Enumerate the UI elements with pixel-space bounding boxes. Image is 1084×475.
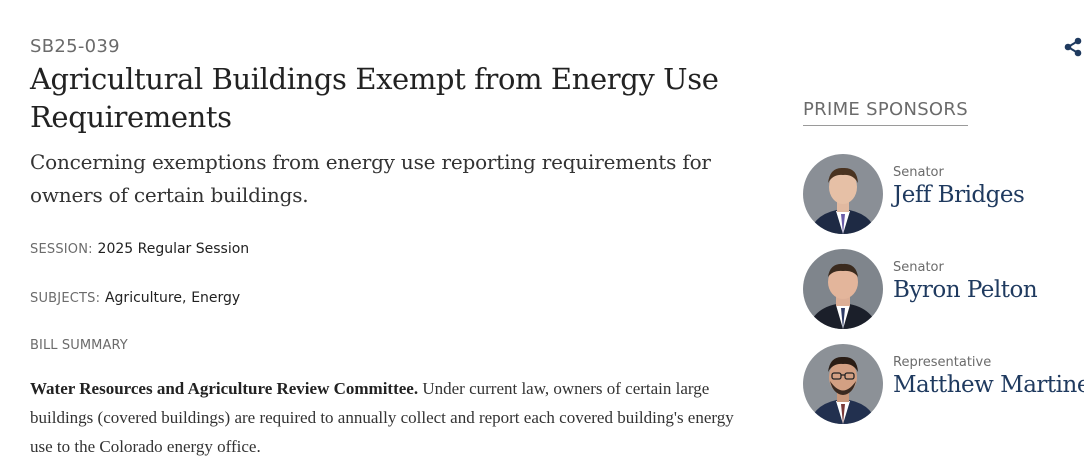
bill-subtitle: Concerning exemptions from energy use re… — [30, 150, 711, 207]
subject-link-energy[interactable]: Energy — [191, 290, 240, 306]
sponsor-name-link[interactable]: Matthew Martinez — [893, 372, 1084, 398]
avatar[interactable] — [803, 154, 883, 234]
sponsor-card-matthew-martinez: Representative Matthew Martinez — [803, 344, 1084, 424]
session-row: SESSION: 2025 Regular Session — [30, 239, 249, 257]
sponsor-name-link[interactable]: Jeff Bridges — [893, 182, 1025, 208]
sponsor-card-jeff-bridges: Senator Jeff Bridges — [803, 154, 1084, 234]
bill-summary-text: Water Resources and Agriculture Review C… — [30, 374, 750, 461]
avatar[interactable] — [803, 249, 883, 329]
bill-title: Agricultural Buildings Exempt from Energ… — [30, 62, 719, 134]
bill-id: SB25-039 — [30, 36, 120, 57]
bill-summary-heading: BILL SUMMARY — [30, 338, 128, 353]
share-icon[interactable] — [1062, 37, 1084, 57]
session-label: SESSION: — [30, 242, 93, 257]
subjects-row: SUBJECTS: Agriculture, Energy — [30, 288, 240, 306]
subject-link-agriculture[interactable]: Agriculture, — [105, 290, 186, 306]
sponsor-card-byron-pelton: Senator Byron Pelton — [803, 249, 1084, 329]
prime-sponsors-heading: PRIME SPONSORS — [803, 99, 968, 126]
avatar[interactable] — [803, 344, 883, 424]
sponsor-role: Senator — [893, 165, 944, 180]
session-value: 2025 Regular Session — [97, 241, 250, 257]
summary-lead: Water Resources and Agriculture Review C… — [30, 379, 419, 398]
sponsor-name-link[interactable]: Byron Pelton — [893, 277, 1038, 303]
sponsor-role: Representative — [893, 355, 992, 370]
subjects-label: SUBJECTS: — [30, 291, 101, 306]
sponsor-role: Senator — [893, 260, 944, 275]
